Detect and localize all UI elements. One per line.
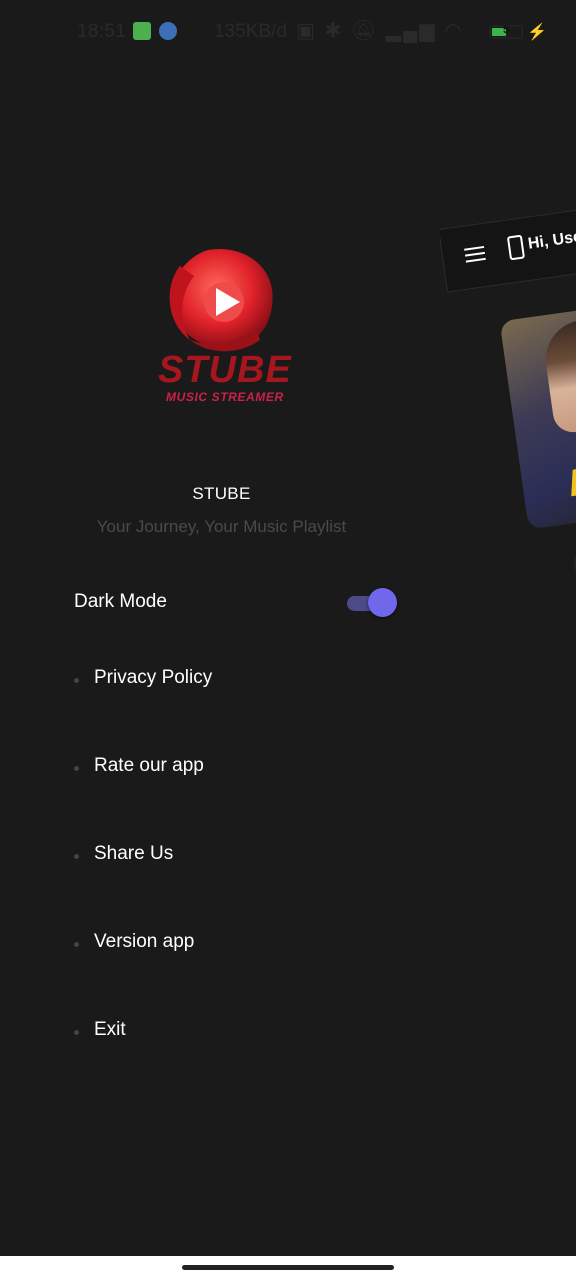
menu-item-rate-app[interactable]: Rate our app [74, 752, 404, 840]
menu-item-label: Privacy Policy [94, 667, 213, 688]
menu-item-version-app[interactable]: Version app [74, 928, 404, 1016]
thumbnail-person [540, 314, 576, 435]
nfc-icon: ▣ [296, 20, 317, 42]
channel-avatar: R [571, 542, 576, 586]
charging-icon: ⚡ [527, 24, 547, 41]
signal-icon: ▂▄▆ [385, 20, 437, 42]
wifi-icon: ◠ [444, 20, 464, 42]
battery-level: 5 [502, 24, 510, 36]
toggle-thumb [368, 588, 397, 617]
video-thumbnail: KA [499, 300, 576, 530]
status-icons: ▣ ✱ 🔕︎ ▂▄▆ ◠ [296, 18, 464, 43]
status-time: 18:51 [77, 21, 127, 42]
navigation-drawer: STUBE MUSIC STREAMER STUBE Your Journey,… [0, 64, 440, 1256]
thumbnail-text: KA [566, 455, 576, 506]
dark-mode-row: Dark Mode [74, 588, 404, 618]
logo-subtitle: MUSIC STREAMER [166, 390, 284, 404]
logo-wordmark: STUBE [158, 349, 292, 391]
menu-item-label: Exit [94, 1019, 126, 1040]
bullet-icon [74, 854, 79, 859]
bullet-icon [74, 678, 79, 683]
app-notification-icon [133, 22, 151, 40]
background-app-header: Hi, User [438, 201, 576, 293]
bullet-icon [74, 1030, 79, 1035]
menu-item-privacy-policy[interactable]: Privacy Policy [74, 664, 404, 752]
menu-item-label: Rate our app [94, 755, 204, 776]
menu-item-exit[interactable]: Exit [74, 1016, 404, 1104]
phone-icon [506, 234, 526, 261]
menu-icon [464, 245, 486, 263]
home-gesture-handle[interactable] [182, 1265, 394, 1270]
menu-item-label: Share Us [94, 843, 174, 864]
greeting-text: Hi, User [526, 227, 576, 253]
app-tagline: Your Journey, Your Music Playlist [96, 517, 347, 536]
dark-mode-toggle[interactable] [346, 588, 402, 618]
mute-icon: 🔕︎ [350, 20, 379, 42]
network-speed: 135KB/d [214, 21, 287, 42]
status-bar: 18:51 135KB/d ▣ ✱ 🔕︎ ▂▄▆ ◠ 5 ⚡ [0, 0, 576, 64]
menu-item-share-us[interactable]: Share Us [74, 840, 404, 928]
bluetooth-icon: ✱ [324, 20, 344, 42]
camera-notification-icon [159, 22, 177, 40]
drawer-menu: Privacy Policy Rate our app Share Us Ver… [74, 664, 404, 1104]
dark-mode-label: Dark Mode [74, 591, 167, 612]
bullet-icon [74, 942, 79, 947]
menu-item-label: Version app [94, 931, 195, 952]
app-name: STUBE [192, 484, 251, 503]
system-navigation-bar [0, 1256, 576, 1280]
bullet-icon [74, 766, 79, 771]
battery-icon: 5 [489, 24, 523, 39]
background-app-preview[interactable]: Hi, User KA R D [430, 169, 576, 616]
